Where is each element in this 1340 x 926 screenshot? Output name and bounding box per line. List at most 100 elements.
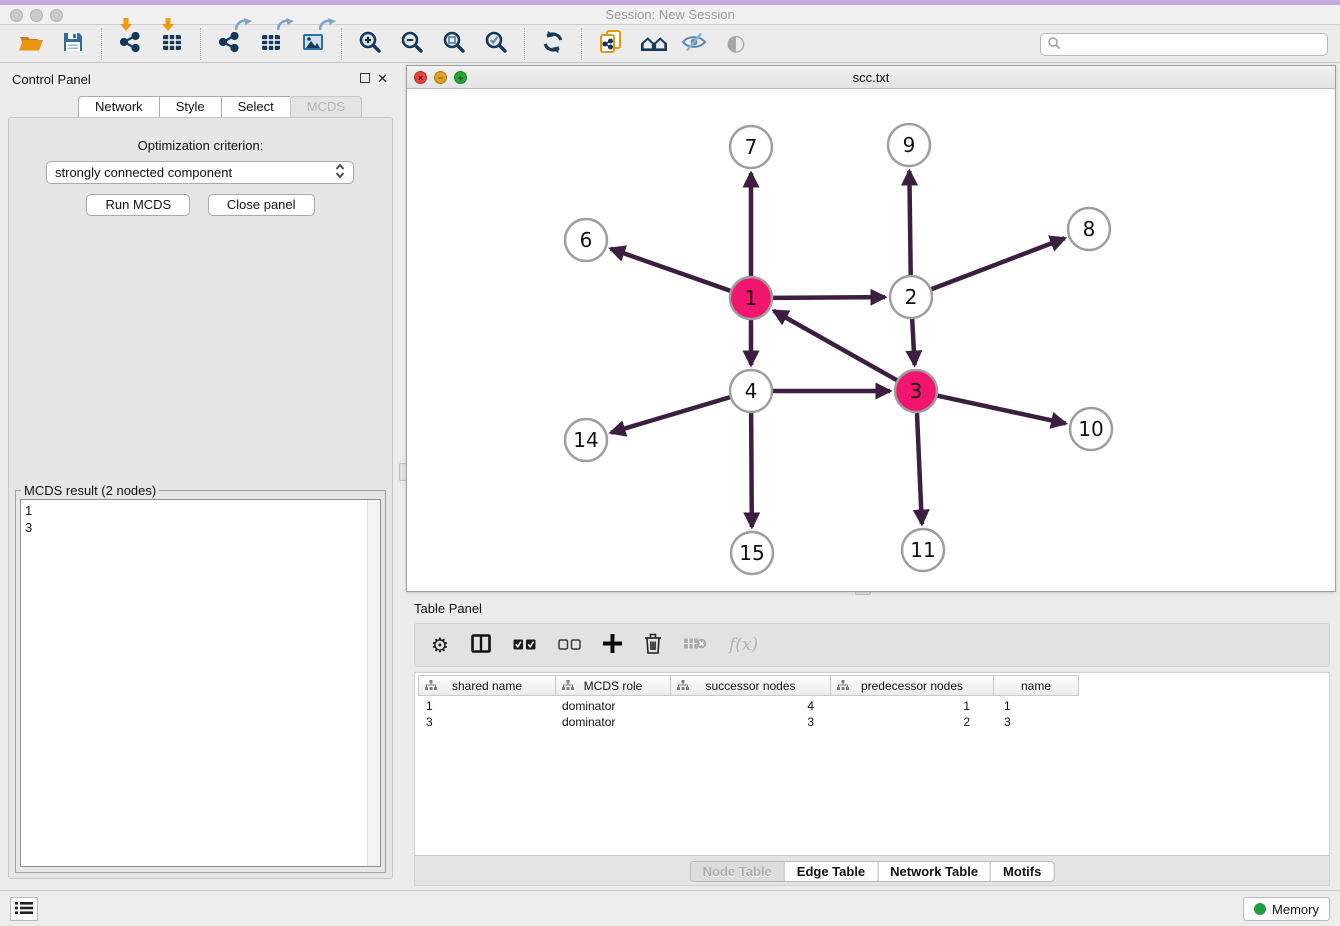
cell-mcds-role[interactable]: dominator [556,698,671,714]
table-row[interactable]: 3 dominator 3 2 3 [418,714,1079,730]
column-header-label: successor nodes [705,679,795,693]
open-session-button[interactable] [14,27,48,61]
import-table-button[interactable] [155,27,189,61]
cell-name[interactable]: 3 [994,714,1079,730]
mcds-panel: Optimization criterion: strongly connect… [8,117,393,879]
select-all-button[interactable] [513,638,536,653]
close-panel-icon[interactable]: ✕ [377,71,388,87]
level-of-detail-button[interactable]: ◐ [719,27,753,61]
tab-style[interactable]: Style [159,96,221,118]
criterion-select[interactable]: strongly connected component [46,161,354,184]
table-row[interactable]: 1 dominator 4 1 1 [418,698,1079,714]
delete-column-button[interactable] [644,633,662,657]
mcds-result-title: MCDS result (2 nodes) [21,483,159,498]
close-panel-button[interactable]: Close panel [208,194,315,216]
network-window-titlebar[interactable]: × − + scc.txt [407,66,1335,89]
export-network-button[interactable] [212,27,246,61]
save-session-button[interactable] [56,27,90,61]
result-scrollbar[interactable] [367,500,380,866]
list-icon [15,901,33,918]
columns-icon [471,634,491,656]
show-log-button[interactable] [10,897,38,921]
mcds-result-line: 3 [25,519,376,536]
graph-edge-4-14[interactable] [611,397,730,432]
network-graph[interactable]: 7968124314101511 [407,89,1335,591]
run-mcds-button[interactable]: Run MCDS [86,194,190,216]
clone-network-button[interactable] [593,27,627,61]
cell-shared-name[interactable]: 3 [418,714,556,730]
tab-mcds[interactable]: MCDS [290,96,362,119]
first-neighbors-button[interactable]: ⌂⌂ [635,27,669,61]
network-window-title: scc.txt [407,70,1335,85]
export-image-button[interactable] [296,27,330,61]
toolbar-separator [200,28,201,60]
toolbar-separator [341,28,342,60]
zoom-out-button[interactable] [395,27,429,61]
cell-successor-nodes[interactable]: 3 [671,714,831,730]
import-network-icon [120,32,140,55]
tab-motifs[interactable]: Motifs [990,861,1054,882]
graph-edge-2-9[interactable] [909,171,910,275]
mcds-result-list[interactable]: 1 3 [20,499,381,867]
column-header-successor-nodes[interactable]: successor nodes [671,676,831,695]
refresh-icon [541,30,565,57]
search-input[interactable] [1061,36,1327,54]
cell-name[interactable]: 1 [994,698,1079,714]
graph-edge-2-3[interactable] [912,319,914,365]
toolbar-search[interactable] [1040,33,1328,56]
zoom-selected-button[interactable] [479,27,513,61]
node-table[interactable]: shared name MCDS role successor nodes pr… [414,672,1330,855]
add-column-button[interactable] [603,634,622,656]
clone-network-icon [599,30,622,57]
search-icon [1047,36,1061,53]
table-settings-button[interactable]: ⚙ [431,635,449,655]
tab-network-table[interactable]: Network Table [877,861,990,882]
graph-edge-3-10[interactable] [937,396,1065,424]
export-table-button[interactable] [254,27,288,61]
graph-edge-3-1[interactable] [774,311,897,380]
graph-edge-1-6[interactable] [611,249,731,291]
graph-node-label-2: 2 [905,285,918,309]
vertical-splitter[interactable] [401,65,405,886]
zoom-in-button[interactable] [353,27,387,61]
control-panel-title: Control Panel [12,72,91,87]
tab-edge-table[interactable]: Edge Table [784,861,877,882]
graph-edge-2-8[interactable] [932,238,1065,289]
tab-node-table[interactable]: Node Table [690,861,784,882]
open-folder-icon [18,31,44,56]
function-builder-button[interactable]: f(x) [729,635,758,655]
column-header-shared-name[interactable]: shared name [418,676,556,695]
column-visibility-button[interactable] [471,634,491,656]
graph-node-label-1: 1 [745,286,758,310]
hide-graphics-details-button[interactable] [677,27,711,61]
graph-edge-1-2[interactable] [773,297,885,298]
float-panel-icon[interactable] [360,73,370,83]
graph-edge-4-15[interactable] [751,413,752,527]
export-network-icon [219,32,239,55]
tab-network[interactable]: Network [78,96,159,118]
hierarchy-icon [425,680,437,695]
fit-content-button[interactable] [437,27,471,61]
export-table-icon [261,33,281,54]
delete-table-button[interactable] [684,636,707,654]
network-canvas[interactable]: 7968124314101511 [407,89,1335,591]
cell-successor-nodes[interactable]: 4 [671,698,831,714]
cell-mcds-role[interactable]: dominator [556,714,671,730]
column-header-mcds-role[interactable]: MCDS role [556,676,671,695]
select-stepper-icon [335,163,345,182]
optimization-criterion-label: Optimization criterion: [9,138,392,153]
tab-select[interactable]: Select [221,96,290,118]
refresh-button[interactable] [536,27,570,61]
deselect-all-button[interactable] [558,638,581,653]
hierarchy-icon [677,680,689,695]
cell-shared-name[interactable]: 1 [418,698,556,714]
graph-node-label-6: 6 [580,228,593,252]
import-network-button[interactable] [113,27,147,61]
column-header-name[interactable]: name [994,676,1079,695]
status-bar: Memory [0,890,1340,926]
cell-predecessor-nodes[interactable]: 2 [831,714,994,730]
cell-predecessor-nodes[interactable]: 1 [831,698,994,714]
column-header-predecessor-nodes[interactable]: predecessor nodes [831,676,994,695]
memory-button[interactable]: Memory [1243,897,1330,921]
graph-edge-3-11[interactable] [917,413,922,524]
